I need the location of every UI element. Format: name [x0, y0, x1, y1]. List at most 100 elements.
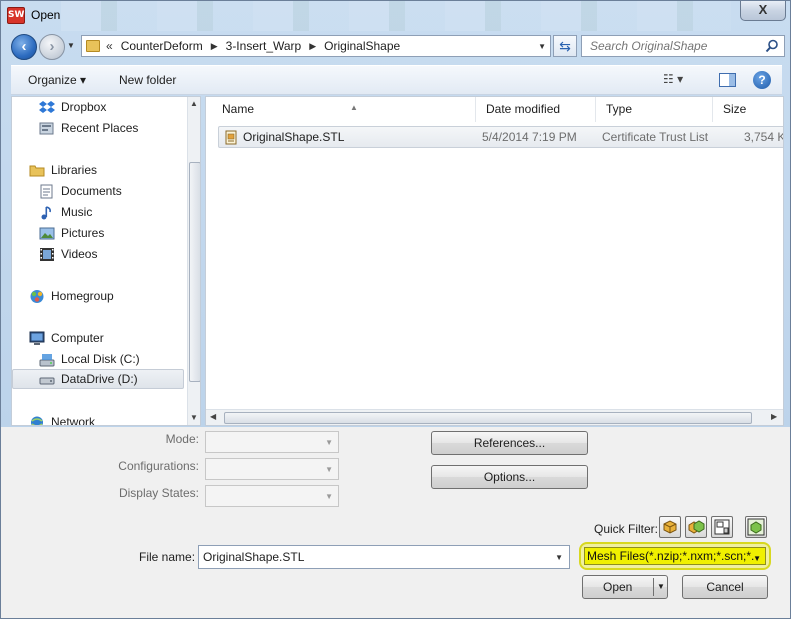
- file-type-select[interactable]: Mesh Files(*.nzip;*.nxm;*.scn;*. ▼: [584, 547, 766, 565]
- dropbox-icon: [39, 100, 55, 113]
- command-bar: Organize ▾ New folder ☷ ▾ ?: [11, 65, 782, 95]
- cancel-button[interactable]: Cancel: [682, 575, 768, 599]
- recent-places-icon: [39, 122, 54, 134]
- references-button[interactable]: References...: [431, 431, 588, 455]
- filter-assemblies-button[interactable]: [685, 516, 707, 538]
- local-disk-icon: [39, 353, 55, 366]
- nav-item-label: Network: [51, 415, 96, 426]
- organize-button[interactable]: Organize ▾: [28, 73, 86, 87]
- data-drive-icon: [39, 377, 55, 384]
- scroll-thumb[interactable]: [224, 412, 752, 424]
- nav-item-recent-places[interactable]: Recent Places: [39, 118, 200, 138]
- scroll-left-arrow-icon[interactable]: ◀: [210, 412, 216, 421]
- file-list-horizontal-scrollbar[interactable]: ◀ ▶: [206, 409, 783, 425]
- scroll-thumb[interactable]: [189, 162, 200, 382]
- search-icon[interactable]: [765, 39, 779, 53]
- recent-locations-dropdown-icon[interactable]: ▼: [67, 41, 75, 50]
- nav-item-label: DataDrive (D:): [61, 372, 138, 386]
- search-input[interactable]: [582, 36, 758, 56]
- column-header-date-modified[interactable]: Date modified: [476, 97, 596, 122]
- pictures-icon: [39, 227, 55, 239]
- new-folder-button[interactable]: New folder: [119, 73, 176, 87]
- window-title: Open: [31, 8, 61, 22]
- address-dropdown-icon[interactable]: ▼: [538, 42, 546, 51]
- nav-item-label: Pictures: [61, 226, 105, 240]
- open-options-dropdown-icon[interactable]: ▼: [657, 576, 665, 598]
- preview-pane-icon[interactable]: [719, 73, 736, 87]
- nav-item-label: Local Disk (C:): [61, 352, 140, 366]
- nav-item-datadrive-d[interactable]: DataDrive (D:): [12, 369, 184, 389]
- column-header-name[interactable]: ▲ Name: [212, 97, 476, 122]
- file-type-dropdown-icon[interactable]: ▼: [753, 551, 761, 564]
- file-type-value: Mesh Files(*.nzip;*.nxm;*.scn;*.: [587, 549, 755, 563]
- nav-item-label: Music: [61, 205, 93, 219]
- breadcrumb-separator-icon[interactable]: ▶: [211, 41, 218, 52]
- nav-item-local-disk-c[interactable]: Local Disk (C:): [39, 349, 200, 369]
- column-header-label: Name: [222, 102, 255, 116]
- breadcrumb-separator-icon[interactable]: ▶: [309, 41, 316, 52]
- title-bar: SW Open X: [1, 1, 790, 31]
- file-name-label: File name:: [139, 550, 196, 564]
- mode-label: Mode:: [165, 432, 199, 446]
- sort-ascending-icon: ▲: [350, 103, 358, 112]
- homegroup-icon: [30, 289, 44, 303]
- videos-icon: [40, 247, 54, 261]
- filter-drawings-button[interactable]: [711, 516, 733, 538]
- close-button[interactable]: X: [740, 1, 786, 21]
- file-name-input[interactable]: [199, 546, 539, 568]
- file-name-dropdown-icon[interactable]: ▼: [555, 553, 563, 562]
- split-separator: [653, 578, 654, 596]
- dropdown-arrow-icon: ▼: [325, 438, 333, 447]
- solidworks-app-icon: SW: [7, 7, 25, 24]
- configurations-label: Configurations:: [118, 459, 199, 473]
- open-button-label[interactable]: Open: [603, 580, 632, 594]
- scroll-right-arrow-icon[interactable]: ▶: [771, 412, 777, 421]
- breadcrumb-originalshape[interactable]: OriginalShape: [324, 39, 400, 53]
- nav-item-label: Documents: [61, 184, 122, 198]
- nav-item-homegroup[interactable]: Homegroup: [29, 286, 200, 306]
- back-button[interactable]: ‹: [11, 34, 37, 60]
- options-button[interactable]: Options...: [431, 465, 588, 489]
- file-type: Certificate Trust List: [602, 130, 709, 144]
- scroll-down-arrow-icon[interactable]: ▼: [190, 413, 198, 422]
- breadcrumb-3-insert-warp[interactable]: 3-Insert_Warp: [226, 39, 302, 53]
- search-box[interactable]: [581, 35, 785, 57]
- column-header-size[interactable]: Size: [713, 97, 783, 122]
- mode-select: ▼: [205, 431, 339, 453]
- nav-item-videos[interactable]: Videos: [39, 244, 200, 264]
- help-icon[interactable]: ?: [753, 71, 771, 89]
- file-list: ▲ Name Date modified Type Size OriginalS…: [205, 96, 784, 426]
- nav-item-music[interactable]: Music: [39, 202, 200, 222]
- part-filter-icon: [663, 520, 677, 534]
- nav-item-label: Videos: [61, 247, 98, 261]
- breadcrumb-counterdeform[interactable]: CounterDeform: [121, 39, 203, 53]
- nav-item-label: Computer: [51, 331, 104, 345]
- nav-item-documents[interactable]: Documents: [39, 181, 200, 201]
- forward-button[interactable]: ›: [39, 34, 65, 60]
- change-view-icon[interactable]: ☷ ▾: [663, 72, 687, 90]
- file-name[interactable]: OriginalShape.STL: [243, 130, 344, 144]
- open-split-button[interactable]: Open ▼: [582, 575, 668, 599]
- file-type-filter-highlight: Mesh Files(*.nzip;*.nxm;*.scn;*. ▼: [579, 542, 771, 570]
- display-states-label: Display States:: [118, 486, 199, 500]
- navigation-pane: Dropbox Recent Places Libraries Document…: [11, 96, 201, 426]
- libraries-icon: [29, 165, 45, 176]
- table-row[interactable]: OriginalShape.STL 5/4/2014 7:19 PM Certi…: [218, 126, 783, 148]
- breadcrumb-overflow[interactable]: «: [106, 39, 113, 53]
- scroll-up-arrow-icon[interactable]: ▲: [190, 99, 198, 108]
- address-bar[interactable]: « CounterDeform ▶ 3-Insert_Warp ▶ Origin…: [81, 35, 551, 57]
- nav-item-pictures[interactable]: Pictures: [39, 223, 200, 243]
- navigation-scrollbar[interactable]: ▲ ▼: [187, 97, 200, 425]
- options-panel: Mode: ▼ Configurations: ▼ Display States…: [1, 427, 790, 618]
- refresh-button[interactable]: ⇆: [553, 35, 577, 57]
- column-header-type[interactable]: Type: [596, 97, 713, 122]
- nav-item-network[interactable]: Network: [29, 412, 200, 426]
- file-name-combo[interactable]: ▼: [198, 545, 570, 569]
- filter-parts-button[interactable]: [659, 516, 681, 538]
- stl-file-icon: [225, 130, 237, 145]
- filter-top-level-assemblies-button[interactable]: [745, 516, 767, 538]
- nav-item-label: Recent Places: [61, 121, 139, 135]
- nav-item-computer[interactable]: Computer: [29, 328, 200, 348]
- nav-item-libraries[interactable]: Libraries: [29, 160, 200, 180]
- nav-item-dropbox[interactable]: Dropbox: [39, 97, 200, 117]
